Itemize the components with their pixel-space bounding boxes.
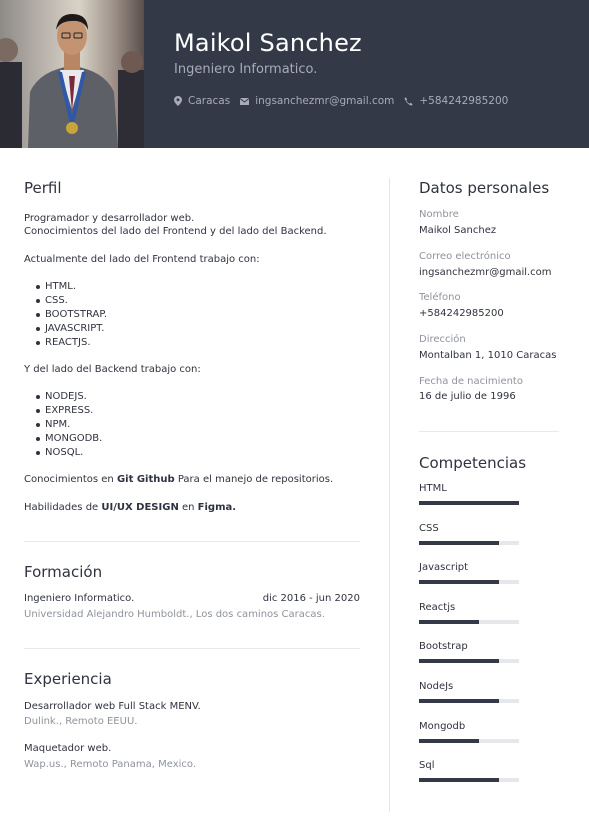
header-contacts: Caracas ingsanchezmr@gmail.com +58424298… [174,95,518,107]
contact-email[interactable]: ingsanchezmr@gmail.com [240,95,394,107]
perfil-frontend-intro: Actualmente del lado del Frontend trabaj… [24,254,260,265]
job-role: Desarrollador web Full Stack MENV. [24,701,201,712]
job-place: Dulink., Remoto EEUU. [24,716,138,727]
ux-bold-1: UI/UX DESIGN [101,502,179,513]
skill-bar-fill [419,738,479,743]
envelope-icon [240,97,250,105]
header-band: Maikol Sanchez Ingeniero Informatico. Ca… [0,0,589,148]
backend-list: NODEJS. EXPRESS. NPM. MONGODB. NOSQL. [36,390,102,460]
field-value: Montalban 1, 1010 Caracas [419,350,557,361]
divider [24,541,360,542]
formacion-degree: Ingeniero Informatico. [24,593,135,604]
job-role: Maquetador web. [24,743,112,754]
perfil-ux-line: Habilidades de UI/UX DESIGN en Figma. [24,501,236,515]
skill-name: Bootstrap [419,641,468,653]
section-title-datos: Datos personales [419,179,550,197]
skill-bar-fill [419,540,499,545]
field-label: Correo electrónico [419,251,511,262]
column-divider [389,178,390,812]
skill-bar-track [419,580,519,585]
skill-bar-track [419,540,519,545]
perfil-intro-2: Conocimientos del lado del Frontend y de… [24,226,327,237]
perfil-intro-1: Programador y desarrollador web. [24,213,195,224]
phone-icon [404,96,413,106]
ux-mid: en [178,502,198,513]
git-bold: Git Github [116,474,175,485]
skill-name: CSS [419,522,439,534]
contact-phone-text[interactable]: +584242985200 [419,95,508,107]
candidate-role: Ingeniero Informatico. [174,62,318,77]
divider [24,648,360,649]
skill-bar-fill [419,699,499,703]
git-post: Para el manejo de repositorios. [174,474,334,485]
skill-bar-track [419,659,519,664]
skill-name: Javascript [419,562,468,574]
contact-email-text[interactable]: ingsanchezmr@gmail.com [255,95,394,107]
list-item: NODEJS. [36,390,102,404]
git-pre: Conocimientos en [24,474,117,485]
list-item: REACTJS. [36,336,107,350]
list-item: HTML. [36,280,107,294]
formacion-school: Universidad Alejandro Humboldt., Los dos… [24,609,325,620]
section-title-perfil: Perfil [24,179,62,197]
skill-bar-track [419,778,519,783]
skill-bar-track [419,619,519,624]
list-item: BOOTSTRAP. [36,308,107,322]
skill-name: NodeJs [419,681,454,692]
skill-bar-fill [419,501,519,505]
skill-name: HTML [419,483,447,494]
list-item: CSS. [36,294,107,308]
field-value: Maikol Sanchez [419,225,497,236]
perfil-backend-intro: Y del lado del Backend trabajo con: [24,364,201,375]
field-value-phone[interactable]: +584242985200 [419,308,504,319]
ux-pre: Habilidades de [24,502,102,513]
profile-photo [0,0,144,148]
skill-bar-track [419,699,519,703]
list-item: EXPRESS. [36,404,102,418]
skill-bar-track [419,738,519,743]
frontend-list: HTML. CSS. BOOTSTRAP. JAVASCRIPT. REACTJ… [36,280,107,350]
perfil-git-line: Conocimientos en Git Github Para el mane… [24,473,333,487]
skill-bar-fill [419,659,499,664]
field-label: Teléfono [419,292,461,303]
section-title-competencias: Competencias [419,454,527,472]
ux-bold-2: Figma. [197,502,237,513]
list-item: MONGODB. [36,432,102,446]
list-item: NPM. [36,418,102,432]
skill-bar-fill [419,580,499,585]
section-title-formacion: Formación [24,563,103,581]
contact-phone[interactable]: +584242985200 [404,95,508,107]
field-value: 16 de julio de 1996 [419,391,516,402]
section-title-experiencia: Experiencia [24,670,112,688]
contact-location-text: Caracas [188,95,231,107]
skill-name: Mongodb [419,720,466,732]
field-label: Dirección [419,334,466,345]
list-item: NOSQL. [36,446,102,460]
skill-bar-fill [419,619,479,624]
field-label: Nombre [419,209,459,220]
field-value-email[interactable]: ingsanchezmr@gmail.com [419,267,552,278]
formacion-dates: dic 2016 - jun 2020 [262,593,360,604]
map-marker-icon [174,96,182,106]
field-label: Fecha de nacimiento [419,376,523,387]
contact-location: Caracas [174,95,230,107]
skill-bar-fill [419,778,499,783]
candidate-name: Maikol Sanchez [174,29,362,57]
skill-name: Sql [419,760,435,772]
skill-bar-track [419,501,519,505]
divider [419,431,559,432]
skill-name: Reactjs [419,601,456,613]
job-place: Wap.us., Remoto Panama, Mexico. [24,759,197,770]
list-item: JAVASCRIPT. [36,322,107,336]
